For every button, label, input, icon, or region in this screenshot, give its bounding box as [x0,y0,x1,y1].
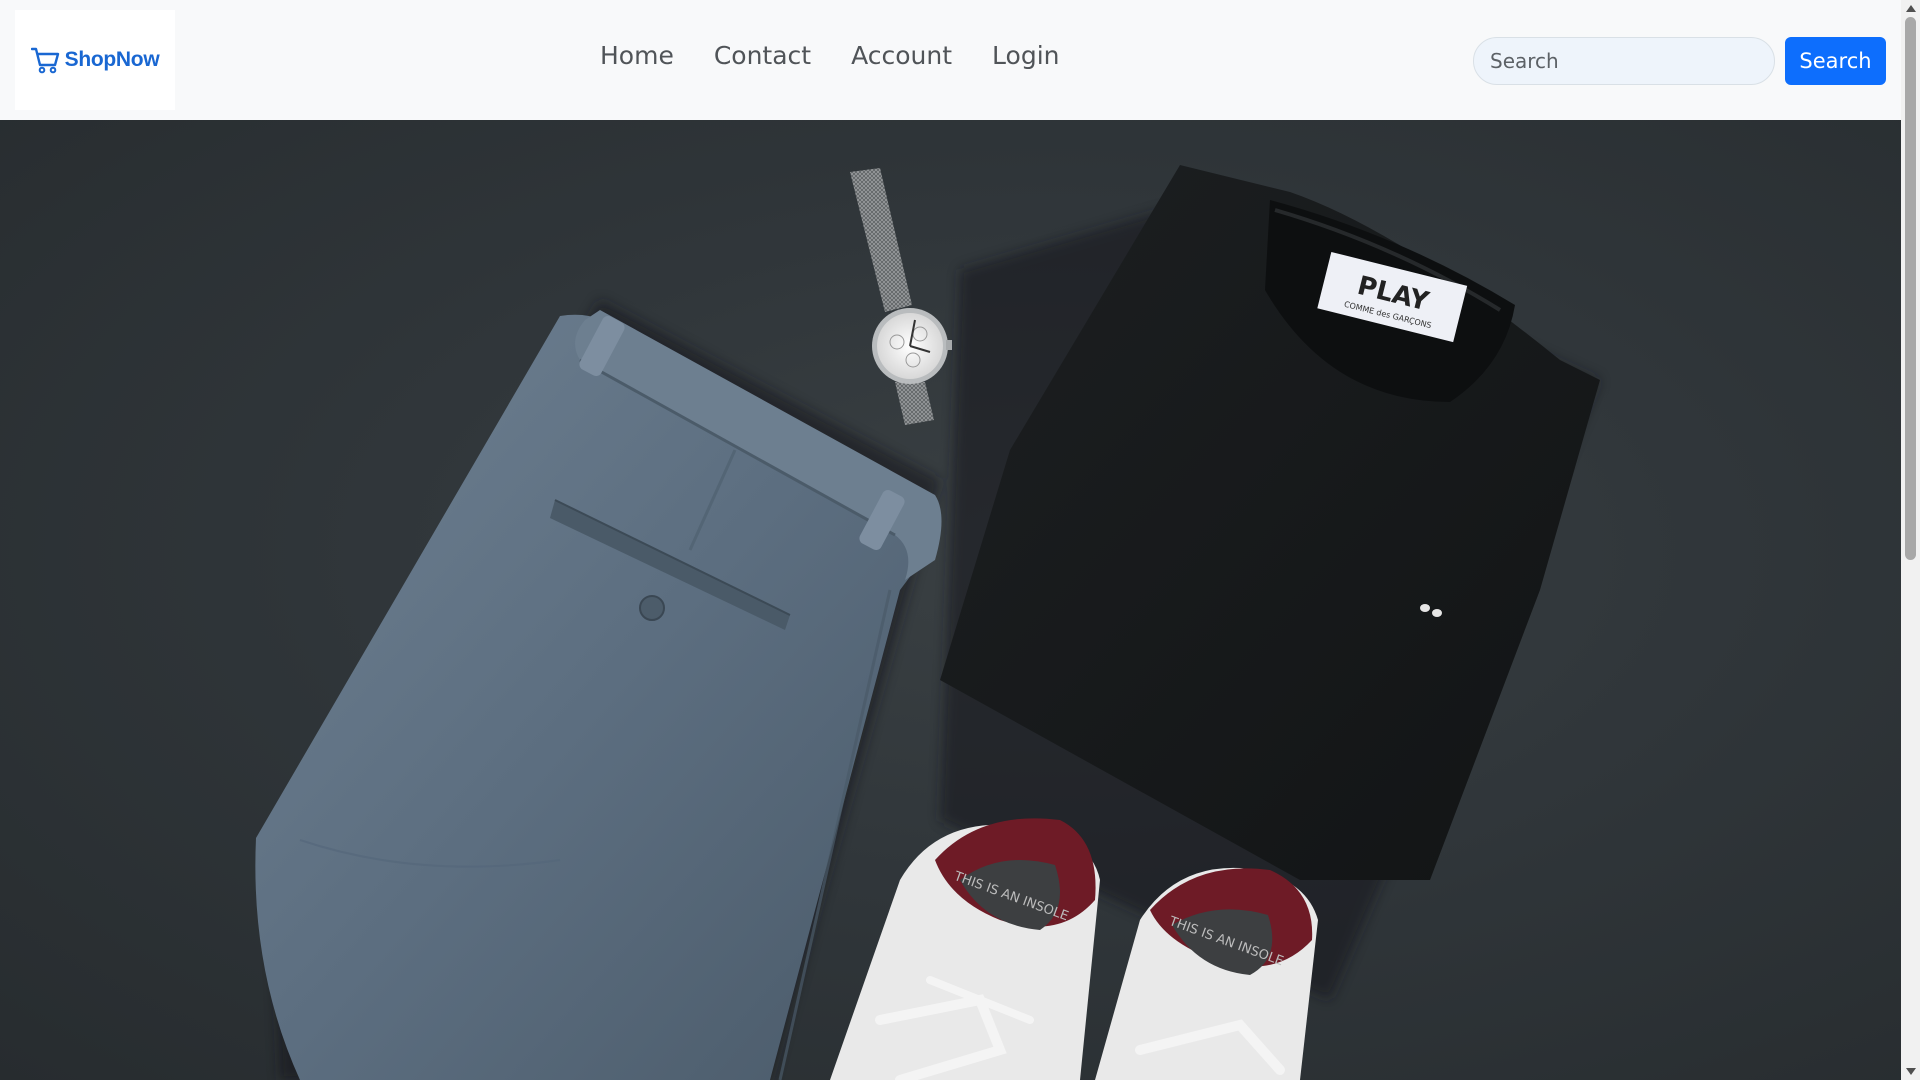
page: ShopNow Home Contact Account Login Searc… [0,0,1920,1080]
nav-menu: Home Contact Account Login [580,30,1080,82]
brand-logo-link[interactable]: ShopNow [15,10,175,110]
product-flatlay-image: PLAY COMME des GARÇONS THIS IS AN INSOLE [255,165,1600,1080]
nav-link-home[interactable]: Home [580,30,694,82]
scrollbar-thumb[interactable] [1905,17,1916,560]
search-button[interactable]: Search [1785,37,1886,85]
hero-banner: PLAY COMME des GARÇONS THIS IS AN INSOLE [0,120,1901,1080]
pants-image [255,310,942,1080]
search-input[interactable] [1473,37,1775,85]
nav-link-contact[interactable]: Contact [694,30,831,82]
shopping-cart-icon [30,46,61,74]
watch-image [850,168,952,425]
scroll-up-arrow-icon[interactable] [1901,0,1920,17]
brand-logo: ShopNow [30,46,160,74]
search-form: Search [1473,37,1886,85]
navbar: ShopNow Home Contact Account Login Searc… [0,0,1901,120]
nav-link-login[interactable]: Login [972,30,1079,82]
nav-link-account[interactable]: Account [831,30,972,82]
brand-name: ShopNow [64,48,160,71]
page-scrollbar[interactable] [1901,0,1920,1080]
scroll-down-arrow-icon[interactable] [1901,1063,1920,1080]
